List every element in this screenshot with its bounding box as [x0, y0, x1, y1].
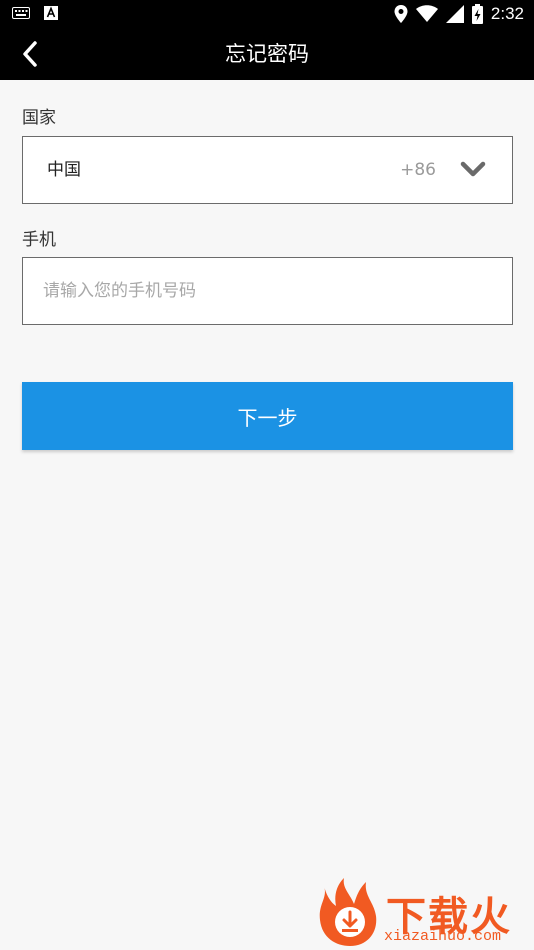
page-title: 忘记密码 — [225, 42, 309, 66]
country-code: +86 — [400, 160, 436, 180]
status-right-icons: 2:32 — [394, 2, 524, 26]
keyboard-icon — [12, 7, 30, 19]
chevron-down-icon — [460, 161, 486, 177]
watermark-logo: 下载火 xiazaihuo.com — [314, 878, 534, 950]
phone-input[interactable] — [22, 257, 513, 325]
back-button[interactable] — [12, 36, 48, 72]
title-bar: 忘记密码 — [0, 28, 534, 80]
country-select[interactable]: 中国 +86 — [22, 136, 513, 204]
country-name: 中国 — [47, 160, 81, 180]
download-flame-icon — [319, 878, 377, 946]
next-button[interactable]: 下一步 — [22, 382, 513, 450]
status-bar: 2:32 — [0, 0, 534, 28]
country-label: 国家 — [22, 108, 56, 128]
watermark-subtitle: xiazaihuo.com — [384, 928, 502, 945]
status-left-icons — [12, 6, 58, 20]
signal-icon — [445, 5, 464, 23]
battery-charging-icon — [471, 4, 483, 24]
wifi-icon — [415, 5, 438, 22]
chevron-left-icon — [23, 41, 37, 67]
phone-label: 手机 — [22, 230, 56, 250]
a-notification-icon — [44, 6, 58, 20]
location-icon — [394, 5, 408, 23]
status-time: 2:32 — [490, 4, 524, 23]
